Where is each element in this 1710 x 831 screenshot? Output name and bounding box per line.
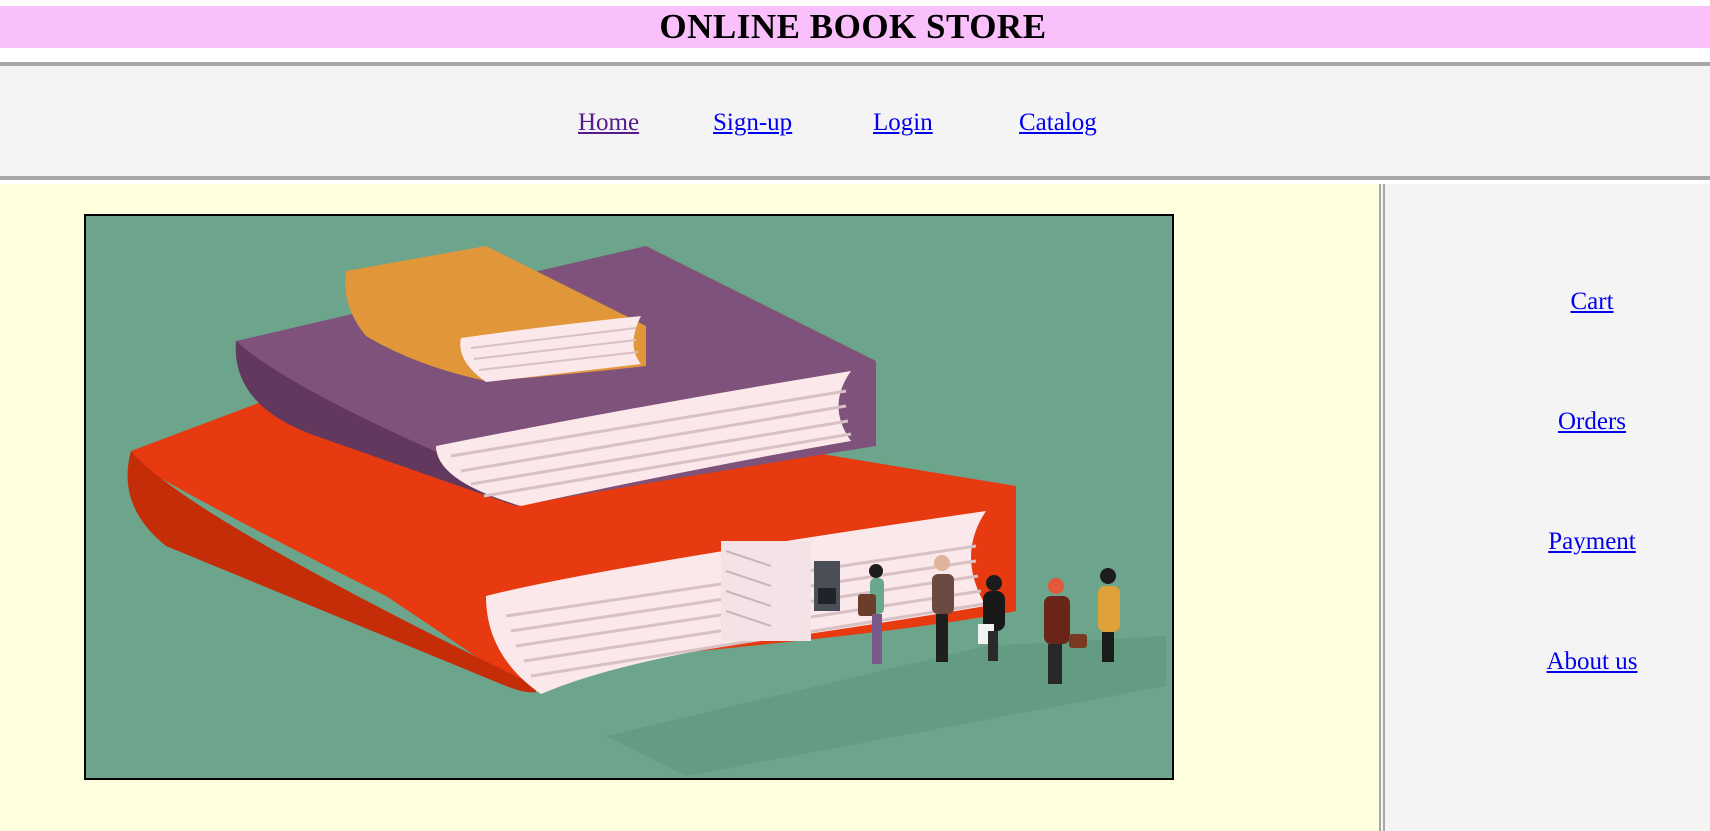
top-nav-frame: Home Sign-up Login Catalog: [0, 62, 1710, 180]
side-link-about-us[interactable]: About us: [1547, 648, 1638, 676]
side-link-payment[interactable]: Payment: [1548, 528, 1636, 556]
main-content-frame: [0, 184, 1379, 831]
side-link-cart[interactable]: Cart: [1570, 288, 1613, 316]
bookstore-illustration: [84, 214, 1174, 780]
title-bar: ONLINE BOOK STORE: [0, 6, 1710, 48]
site-title: ONLINE BOOK STORE: [659, 7, 1047, 46]
nav-link-signup[interactable]: Sign-up: [713, 109, 792, 137]
nav-link-login[interactable]: Login: [873, 109, 933, 137]
side-nav-frame: Cart Orders Payment About us: [1385, 184, 1710, 831]
nav-link-home[interactable]: Home: [578, 109, 639, 137]
side-link-orders[interactable]: Orders: [1558, 408, 1626, 436]
nav-link-catalog[interactable]: Catalog: [1019, 109, 1097, 137]
